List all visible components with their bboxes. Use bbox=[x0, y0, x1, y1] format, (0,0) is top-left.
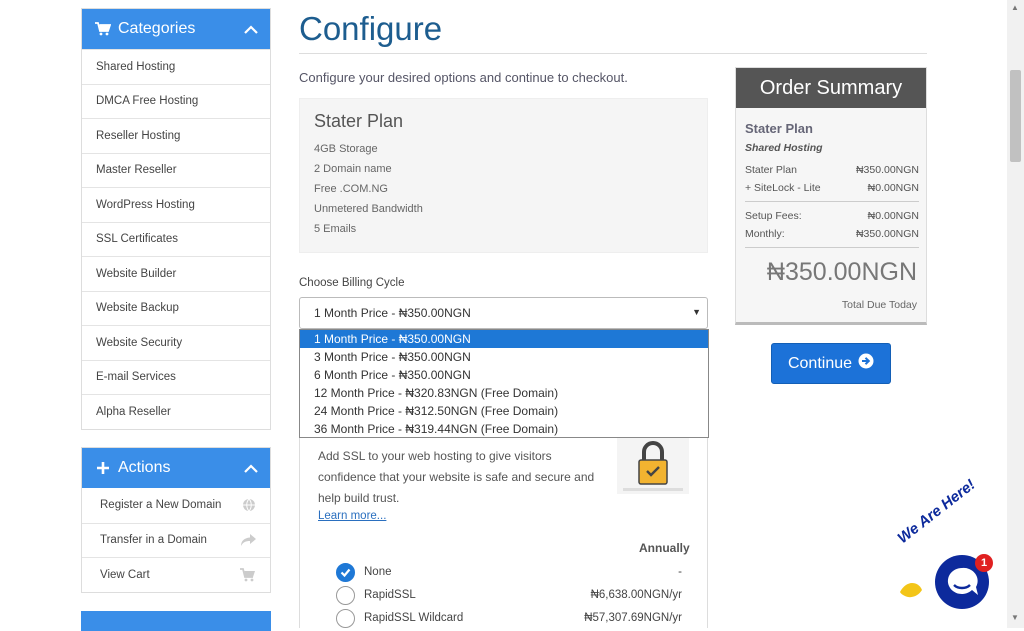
ssl-option-label: None bbox=[364, 566, 392, 578]
page-scrollbar[interactable]: ▲ ▼ bbox=[1007, 0, 1024, 628]
summary-line-label: Stater Plan bbox=[745, 164, 797, 176]
scroll-thumb[interactable] bbox=[1010, 70, 1021, 162]
summary-plan-group: Shared Hosting bbox=[745, 142, 823, 154]
ssl-option-price: - bbox=[678, 566, 682, 578]
ssl-option-label: RapidSSL Wildcard bbox=[364, 612, 464, 624]
sidebar-item-reseller-hosting[interactable]: Reseller Hosting bbox=[82, 118, 270, 153]
chat-notification-badge: 1 bbox=[975, 554, 993, 572]
billing-selected-value: 1 Month Price - ₦350.00NGN bbox=[314, 306, 471, 320]
action-label: View Cart bbox=[100, 568, 150, 581]
plan-feature: 4GB Storage bbox=[314, 143, 378, 155]
billing-cycle-select[interactable]: 1 Month Price - ₦350.00NGN ▼ bbox=[299, 297, 708, 329]
ssl-option-price: ₦6,638.00NGN/yr bbox=[590, 589, 682, 601]
radio-checked-icon[interactable] bbox=[336, 563, 355, 582]
plan-feature: Unmetered Bandwidth bbox=[314, 203, 423, 215]
billing-option[interactable]: 12 Month Price - ₦320.83NGN (Free Domain… bbox=[300, 384, 708, 402]
ssl-option-none[interactable]: None - bbox=[336, 563, 696, 583]
sidebar-item-dmca-free-hosting[interactable]: DMCA Free Hosting bbox=[82, 83, 270, 119]
sidebar-item-wordpress-hosting[interactable]: WordPress Hosting bbox=[82, 187, 270, 222]
ssl-option-rapidssl-wildcard[interactable]: RapidSSL Wildcard ₦57,307.69NGN/yr bbox=[336, 609, 696, 629]
chevron-up-icon[interactable] bbox=[244, 460, 258, 478]
plan-feature: Free .COM.NG bbox=[314, 183, 388, 195]
action-register-domain[interactable]: Register a New Domain bbox=[82, 488, 270, 523]
ssl-option-price: ₦57,307.69NGN/yr bbox=[584, 612, 682, 624]
action-label: Transfer in a Domain bbox=[100, 534, 207, 547]
plan-name: Stater Plan bbox=[314, 111, 404, 131]
billing-cycle-label: Choose Billing Cycle bbox=[299, 277, 405, 289]
summary-divider bbox=[745, 201, 919, 202]
summary-line: Stater Plan ₦350.00NGN bbox=[745, 164, 919, 176]
sidebar-item-email-services[interactable]: E-mail Services bbox=[82, 359, 270, 395]
plan-feature: 5 Emails bbox=[314, 223, 357, 235]
summary-plan-name: Stater Plan bbox=[745, 121, 813, 136]
share-arrow-icon bbox=[241, 533, 256, 550]
radio-unchecked-icon[interactable] bbox=[336, 586, 355, 605]
actions-header[interactable]: Actions bbox=[82, 448, 270, 488]
billing-option[interactable]: 1 Month Price - ₦350.00NGN bbox=[300, 330, 708, 348]
continue-label: Continue bbox=[787, 354, 853, 372]
summary-divider bbox=[745, 247, 919, 248]
ssl-column-header: Annually bbox=[639, 541, 690, 555]
sidebar-item-ssl-certificates[interactable]: SSL Certificates bbox=[82, 221, 270, 257]
actions-title: Actions bbox=[118, 459, 171, 476]
billing-option[interactable]: 3 Month Price - ₦350.00NGN bbox=[300, 348, 708, 366]
next-panel-header[interactable] bbox=[81, 611, 271, 631]
caret-down-icon: ▼ bbox=[692, 307, 701, 317]
billing-option[interactable]: 24 Month Price - ₦312.50NGN (Free Domain… bbox=[300, 402, 708, 420]
title-divider bbox=[299, 53, 927, 54]
plus-icon bbox=[94, 462, 112, 474]
action-transfer-domain[interactable]: Transfer in a Domain bbox=[82, 522, 270, 558]
padlock-icon bbox=[617, 438, 689, 494]
actions-panel: Actions Register a New Domain Transfer i… bbox=[81, 447, 271, 593]
summary-fee-value: ₦350.00NGN bbox=[855, 228, 919, 240]
summary-total-label: Total Due Today bbox=[841, 299, 917, 311]
categories-title: Categories bbox=[118, 20, 196, 37]
billing-option[interactable]: 6 Month Price - ₦350.00NGN bbox=[300, 366, 708, 384]
billing-cycle-dropdown: 1 Month Price - ₦350.00NGN 3 Month Price… bbox=[299, 329, 709, 438]
action-label: Register a New Domain bbox=[100, 499, 222, 512]
learn-more-link[interactable]: Learn more... bbox=[318, 510, 386, 522]
scroll-up-icon[interactable]: ▲ bbox=[1011, 3, 1019, 12]
plan-details: Stater Plan 4GB Storage 2 Domain name Fr… bbox=[299, 98, 708, 253]
summary-line-value: ₦350.00NGN bbox=[855, 164, 919, 176]
order-summary-title: Order Summary bbox=[736, 68, 926, 108]
sidebar-item-website-security[interactable]: Website Security bbox=[82, 325, 270, 360]
order-summary: Order Summary Stater Plan Shared Hosting… bbox=[735, 67, 927, 325]
ssl-description: Add SSL to your web hosting to give visi… bbox=[318, 449, 595, 505]
summary-fee-value: ₦0.00NGN bbox=[867, 210, 919, 222]
summary-fee-label: Setup Fees: bbox=[745, 210, 802, 222]
arrow-circle-right-icon bbox=[858, 353, 874, 374]
summary-fee: Monthly: ₦350.00NGN bbox=[745, 228, 919, 240]
cart-icon bbox=[240, 568, 256, 585]
sidebar-item-website-backup[interactable]: Website Backup bbox=[82, 290, 270, 326]
summary-fee-label: Monthly: bbox=[745, 228, 785, 240]
page-subtitle: Configure your desired options and conti… bbox=[299, 70, 628, 85]
billing-option[interactable]: 36 Month Price - ₦319.44NGN (Free Domain… bbox=[300, 420, 708, 438]
cart-icon bbox=[94, 22, 112, 36]
scroll-down-icon[interactable]: ▼ bbox=[1011, 613, 1019, 622]
summary-fee: Setup Fees: ₦0.00NGN bbox=[745, 210, 919, 222]
summary-line: + SiteLock - Lite ₦0.00NGN bbox=[745, 182, 919, 194]
summary-line-label: + SiteLock - Lite bbox=[745, 182, 821, 194]
plan-feature: 2 Domain name bbox=[314, 163, 392, 175]
ssl-option-rapidssl[interactable]: RapidSSL ₦6,638.00NGN/yr bbox=[336, 586, 696, 606]
continue-button[interactable]: Continue bbox=[771, 343, 891, 384]
sidebar-item-alpha-reseller[interactable]: Alpha Reseller bbox=[82, 394, 270, 429]
sidebar-item-master-reseller[interactable]: Master Reseller bbox=[82, 152, 270, 188]
ssl-option-label: RapidSSL bbox=[364, 589, 416, 601]
categories-header[interactable]: Categories bbox=[82, 9, 270, 49]
page-title: Configure bbox=[299, 10, 443, 47]
waving-hand-icon bbox=[897, 578, 923, 605]
globe-icon bbox=[242, 498, 256, 515]
summary-total: ₦350.00NGN bbox=[766, 258, 917, 286]
sidebar-item-shared-hosting[interactable]: Shared Hosting bbox=[82, 49, 270, 84]
chevron-up-icon[interactable] bbox=[244, 21, 258, 39]
chat-tagline: We Are Here! bbox=[894, 476, 979, 547]
categories-panel: Categories Shared Hosting DMCA Free Host… bbox=[81, 8, 271, 430]
radio-unchecked-icon[interactable] bbox=[336, 609, 355, 628]
sidebar-item-website-builder[interactable]: Website Builder bbox=[82, 256, 270, 291]
summary-line-value: ₦0.00NGN bbox=[867, 182, 919, 194]
action-view-cart[interactable]: View Cart bbox=[82, 557, 270, 592]
